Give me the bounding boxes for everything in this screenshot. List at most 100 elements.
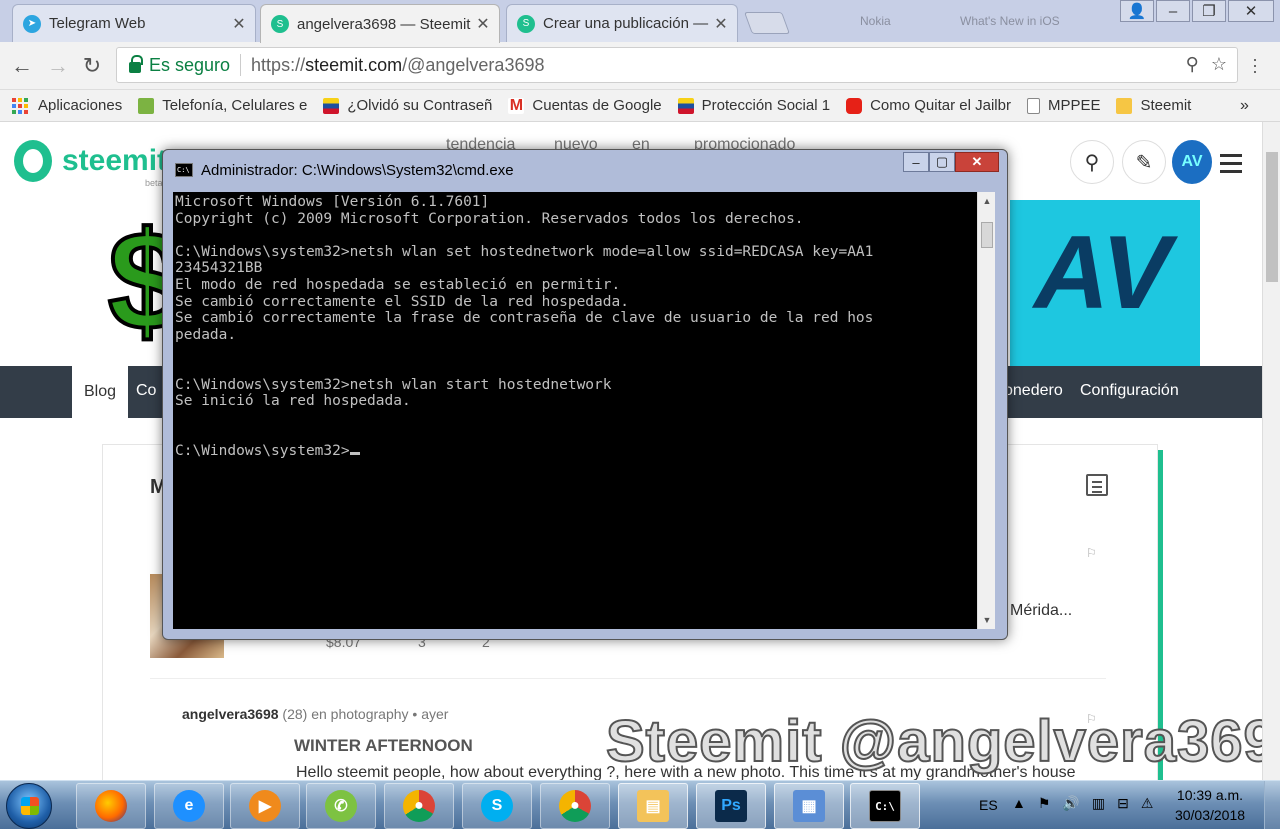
clock[interactable]: 10:39 a.m. 30/03/2018: [1168, 785, 1252, 825]
power-icon[interactable]: ⊟: [1117, 795, 1129, 812]
lock-icon: [129, 54, 143, 73]
page-scrollbar[interactable]: [1262, 122, 1280, 780]
tab-blog[interactable]: Blog: [72, 366, 128, 418]
action-center-flag-icon[interactable]: ⚑: [1038, 795, 1051, 812]
user-profile-icon[interactable]: 👤: [1120, 0, 1154, 22]
close-window-button[interactable]: ✕: [955, 152, 999, 172]
bookmark-apps[interactable]: Aplicaciones: [0, 97, 122, 114]
venezuela-flag-icon: [677, 97, 694, 114]
new-tab-button[interactable]: [743, 12, 791, 34]
bookmark-label: ¿Olvidó su Contraseñ: [347, 97, 493, 114]
tab-comments[interactable]: Co: [136, 382, 156, 400]
start-button[interactable]: [6, 783, 52, 829]
post-author[interactable]: angelvera3698: [182, 706, 279, 722]
console-scrollbar[interactable]: ▲ ▼: [977, 192, 995, 629]
scroll-down-icon[interactable]: ▼: [978, 611, 996, 629]
bookmark-label: MPPEE: [1047, 97, 1101, 114]
taskbar-app-media-player[interactable]: ▶: [230, 783, 300, 829]
post-meta[interactable]: en photography • ayer: [311, 706, 448, 722]
steemit-brand[interactable]: steemit: [62, 144, 167, 178]
more-bookmarks-icon[interactable]: »: [1240, 97, 1249, 115]
browser-tab-telegram[interactable]: ➤ Telegram Web ✕: [12, 4, 256, 42]
tab-title: angelvera3698 — Steemit: [297, 15, 471, 33]
browser-tab-create-post[interactable]: S Crear una publicación — Steemit ✕: [506, 4, 738, 42]
console-line: Copyright (c) 2009 Microsoft Corporation…: [175, 210, 804, 227]
taskbar-app-chrome[interactable]: ●: [384, 783, 454, 829]
file-explorer-icon: ▤: [637, 790, 669, 822]
hamburger-menu-icon[interactable]: [1220, 154, 1242, 178]
bookmark-item[interactable]: Telefonía, Celulares e: [138, 97, 307, 114]
minimize-button[interactable]: –: [1156, 0, 1190, 22]
apps-grid-icon: [12, 97, 28, 114]
menu-icon[interactable]: · · ·: [1250, 50, 1260, 80]
tab-wallet[interactable]: onedero: [1004, 382, 1063, 400]
search-icon[interactable]: ⚲: [1070, 140, 1114, 184]
taskbar-app-photoshop[interactable]: Ps: [696, 783, 766, 829]
language-indicator[interactable]: ES: [979, 797, 998, 813]
console-line: Se inició la red hospedada.: [175, 393, 411, 410]
post-title[interactable]: WINTER AFTERNOON: [294, 736, 473, 756]
show-desktop-button[interactable]: [1264, 781, 1280, 829]
close-tab-icon[interactable]: ✕: [231, 14, 247, 34]
bookmark-item[interactable]: Como Quitar el Jailbr: [846, 97, 1011, 114]
browser-tab-steemit-profile[interactable]: S angelvera3698 — Steemit ✕: [260, 4, 500, 43]
scrollbar-thumb[interactable]: [981, 222, 993, 248]
console-line: Microsoft Windows [Versión 6.1.7601]: [175, 194, 490, 210]
taskbar-app-file-explorer[interactable]: ▤: [618, 783, 688, 829]
scrollbar-thumb[interactable]: [1266, 152, 1278, 282]
taskbar: e ▶ ✆ ● S ● ▤ Ps ▦ C:\ ES ▲ ⚑ 🔊 ▥ ⊟ ⚠ 10:39 a.m. …: [0, 780, 1280, 829]
show-hidden-icons-icon[interactable]: ▲: [1012, 795, 1026, 812]
minimize-button[interactable]: –: [903, 152, 929, 172]
bookmark-item[interactable]: Protección Social 1: [677, 97, 830, 114]
clock-time: 10:39 a.m.: [1176, 787, 1244, 803]
bookmark-item[interactable]: M Cuentas de Google: [508, 97, 662, 114]
restore-button[interactable]: ❐: [1192, 0, 1226, 22]
taskbar-app-whatsapp[interactable]: ✆: [306, 783, 376, 829]
ghost-tab-text: What's New in iOS: [960, 14, 1060, 28]
volume-icon[interactable]: 🔊: [1062, 795, 1079, 812]
media-player-icon: ▶: [249, 790, 281, 822]
bookmark-item[interactable]: Steemit: [1116, 97, 1191, 114]
whatsapp-icon: ✆: [325, 790, 357, 822]
back-icon[interactable]: ←: [8, 52, 36, 80]
taskbar-app-skype[interactable]: S: [462, 783, 532, 829]
bookmarks-bar: Aplicaciones Telefonía, Celulares e ¿Olv…: [0, 90, 1280, 122]
bookmark-item[interactable]: MPPEE: [1026, 97, 1101, 114]
avatar[interactable]: AV: [1172, 140, 1212, 184]
scroll-up-icon[interactable]: ▲: [978, 192, 996, 210]
network-icon[interactable]: ▥: [1092, 795, 1105, 812]
post-snippet[interactable]: Mérida...: [1010, 602, 1072, 620]
cmd-titlebar[interactable]: C:\ Administrador: C:\Windows\System32\c…: [163, 150, 1007, 190]
taskbar-app-chrome[interactable]: ●: [540, 783, 610, 829]
system-tray: ▲ ⚑ 🔊 ▥ ⊟ ⚠: [1012, 795, 1153, 812]
bookmark-item[interactable]: ¿Olvidó su Contraseñ: [323, 97, 492, 114]
tab-settings[interactable]: Configuración: [1080, 382, 1179, 400]
site-favicon-icon: [138, 97, 155, 114]
close-tab-icon[interactable]: ✕: [475, 14, 491, 34]
close-tab-icon[interactable]: ✕: [713, 14, 729, 34]
window-controls: 👤 – ❐ ✕: [1118, 0, 1274, 24]
wifi-warning-icon[interactable]: ⚠: [1141, 795, 1154, 812]
flag-icon[interactable]: ⚐: [1086, 546, 1097, 560]
steemit-logo-icon[interactable]: [14, 140, 52, 182]
console-output[interactable]: Microsoft Windows [Versión 6.1.7601] Cop…: [173, 192, 977, 629]
photoshop-icon: Ps: [715, 790, 747, 822]
steemit-icon: S: [517, 14, 535, 33]
taskbar-app-internet-explorer[interactable]: e: [154, 783, 224, 829]
close-window-button[interactable]: ✕: [1228, 0, 1274, 22]
zoom-icon[interactable]: ⚲: [1186, 54, 1199, 75]
list-view-icon[interactable]: [1086, 474, 1108, 496]
url-text: https://steemit.com/@angelvera3698: [251, 55, 544, 76]
taskbar-app-cmd[interactable]: C:\: [850, 783, 920, 829]
maximize-button[interactable]: ▢: [929, 152, 955, 172]
edit-pencil-icon[interactable]: ✎: [1122, 140, 1166, 184]
bookmark-star-icon[interactable]: ☆: [1211, 54, 1227, 75]
omnibox-actions: ⚲ ☆: [1186, 54, 1227, 75]
taskbar-app-control-panel[interactable]: ▦: [774, 783, 844, 829]
address-bar[interactable]: Es seguro https://steemit.com/@angelvera…: [116, 47, 1238, 83]
tab-strip: ➤ Telegram Web ✕ S angelvera3698 — Steem…: [0, 0, 1280, 43]
reload-icon[interactable]: ↻: [78, 52, 106, 80]
steemit-icon: S: [271, 15, 289, 33]
forward-icon[interactable]: →: [44, 52, 72, 80]
taskbar-app-firefox[interactable]: [76, 783, 146, 829]
